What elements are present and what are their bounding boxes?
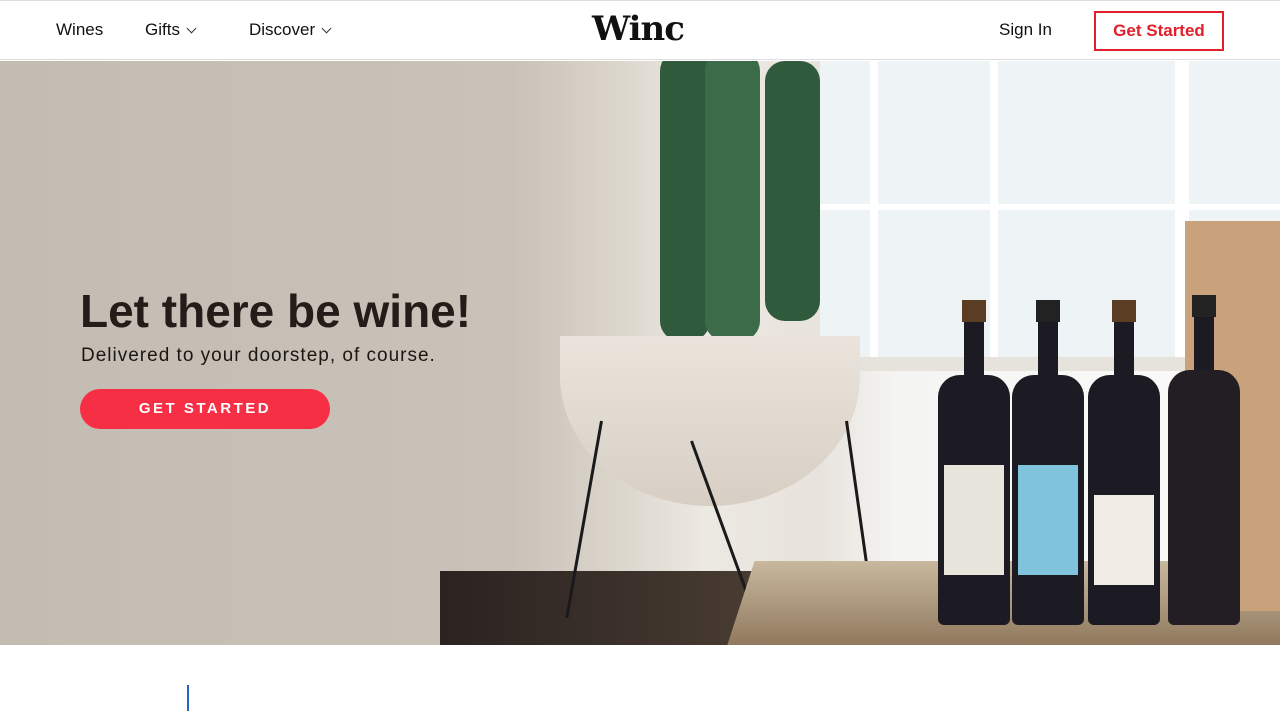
get-started-button[interactable]: Get Started [1094, 11, 1224, 51]
nav-discover[interactable]: Discover [249, 20, 332, 40]
wine-bottle-image [1168, 295, 1240, 625]
nav-gifts[interactable]: Gifts [145, 20, 197, 40]
cactus-image [660, 61, 710, 341]
chevron-down-icon [186, 23, 197, 34]
top-nav: Wines Gifts Discover Winc Sign In Get St… [0, 0, 1280, 60]
cactus-image [765, 61, 820, 321]
cactus-image [705, 61, 760, 341]
sign-in-link[interactable]: Sign In [999, 20, 1052, 40]
nav-gifts-label: Gifts [145, 20, 180, 39]
wine-bottle-image [1088, 300, 1160, 625]
hero-title: Let there be wine! [80, 285, 472, 337]
nav-discover-label: Discover [249, 20, 316, 39]
winc-logo[interactable]: Winc [592, 9, 685, 49]
wine-bottle-image [1012, 300, 1084, 625]
nav-wines[interactable]: Wines [56, 20, 103, 40]
wine-bottle-image [938, 300, 1010, 625]
hero-get-started-button[interactable]: GET STARTED [80, 389, 330, 429]
hero-banner: Let there be wine! Delivered to your doo… [0, 61, 1280, 645]
chevron-down-icon [321, 23, 332, 34]
nav-wines-label: Wines [56, 20, 104, 39]
hero-subtitle: Delivered to your doorstep, of course. [81, 345, 436, 366]
plant-pot-image [560, 336, 860, 506]
text-cursor [187, 685, 189, 711]
